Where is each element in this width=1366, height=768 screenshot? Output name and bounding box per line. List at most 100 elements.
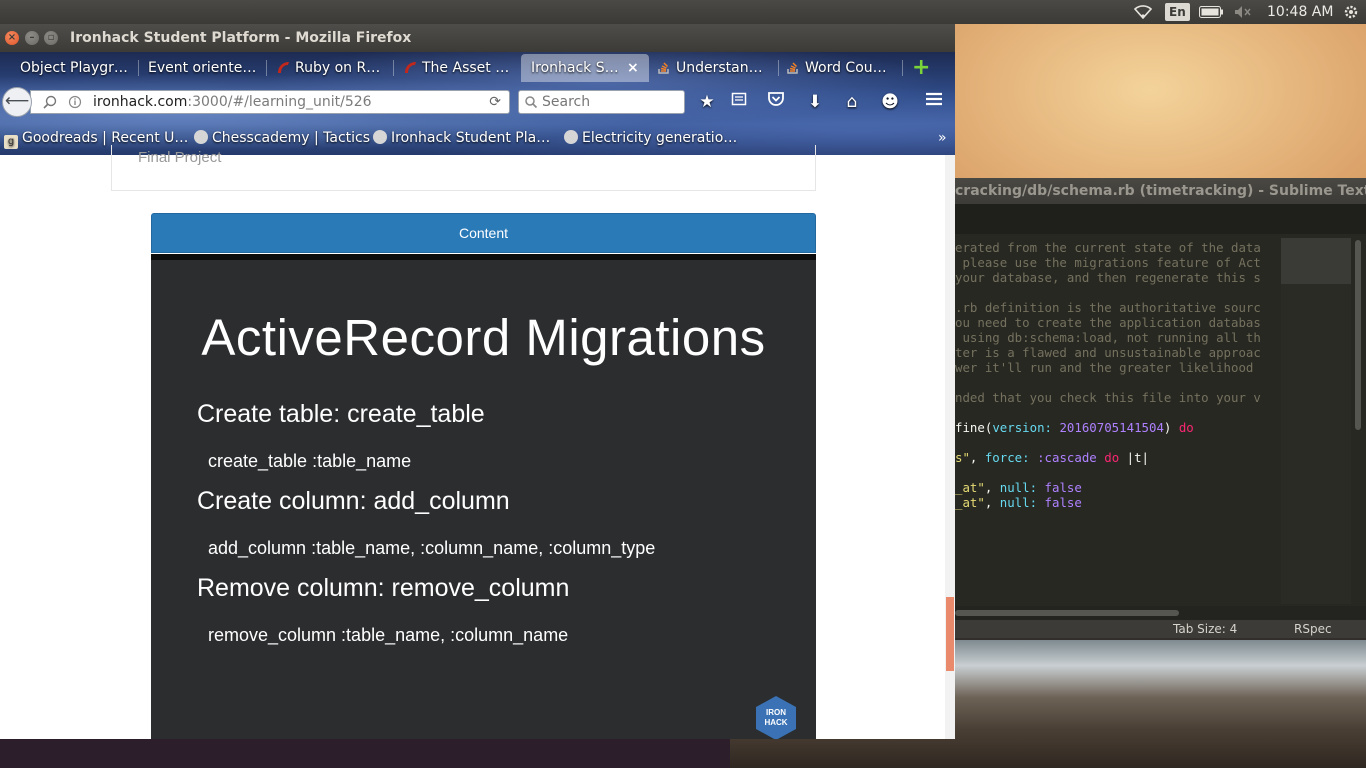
maximize-icon: ▫ bbox=[47, 32, 55, 43]
reading-list-icon[interactable] bbox=[727, 90, 751, 114]
tab-label: Word Cou… bbox=[805, 60, 887, 76]
bookmark-label: Electricity generatio… bbox=[582, 130, 738, 146]
search-icon bbox=[524, 91, 538, 121]
syntax-indicator[interactable]: RSpec bbox=[1294, 620, 1332, 638]
page-scrollbar-thumb[interactable] bbox=[946, 597, 954, 671]
stackoverflow-icon bbox=[657, 56, 671, 74]
volume-muted-icon[interactable] bbox=[1233, 3, 1253, 21]
smiley-feedback-icon[interactable]: ☻ bbox=[878, 90, 902, 114]
close-icon: × bbox=[7, 32, 17, 43]
tab-label: Ruby on R… bbox=[295, 60, 381, 76]
window-maximize-button[interactable]: ▫ bbox=[44, 31, 58, 45]
minimize-icon: – bbox=[29, 32, 35, 43]
pocket-icon[interactable] bbox=[764, 90, 788, 114]
clock[interactable]: 10:48 AM bbox=[1267, 4, 1333, 20]
bookmark-label: Goodreads | Recent U… bbox=[22, 130, 189, 146]
search-bar[interactable]: Search bbox=[518, 90, 685, 114]
slide-title: ActiveRecord Migrations bbox=[201, 309, 766, 366]
bookmarks-overflow-chevron[interactable]: » bbox=[938, 124, 947, 152]
code-line: ter is a flawed and unsustainable approa… bbox=[955, 345, 1261, 360]
url-text[interactable]: ironhack.com:3000/#/learning_unit/526 bbox=[93, 91, 372, 113]
goodreads-icon: g bbox=[4, 135, 18, 149]
wifi-icon[interactable] bbox=[1133, 3, 1153, 21]
window-minimize-button[interactable]: – bbox=[25, 31, 39, 45]
minimap-viewport[interactable] bbox=[1281, 238, 1351, 284]
firefox-title-bar[interactable]: × – ▫ Ironhack Student Platform - Mozill… bbox=[0, 24, 955, 52]
tab-separator bbox=[138, 60, 139, 76]
stackoverflow-icon bbox=[786, 56, 800, 74]
tab-label: The Asset … bbox=[422, 60, 510, 76]
tab-separator bbox=[902, 60, 903, 76]
tab-label: Object Playgr… bbox=[20, 60, 128, 76]
tab-understanding[interactable]: Understan… bbox=[657, 54, 775, 82]
language-indicator[interactable]: En bbox=[1165, 3, 1190, 21]
slide-heading-add-column: Create column: add_column bbox=[197, 487, 510, 515]
firefox-window: × – ▫ Ironhack Student Platform - Mozill… bbox=[0, 24, 955, 739]
tab-size-indicator[interactable]: Tab Size: 4 bbox=[1173, 620, 1237, 638]
home-icon[interactable]: ⌂ bbox=[840, 90, 864, 114]
globe-icon bbox=[564, 130, 578, 144]
sublime-minimap[interactable] bbox=[1281, 238, 1351, 604]
url-host: ironhack.com bbox=[93, 94, 188, 110]
window-close-button[interactable]: × bbox=[5, 31, 19, 45]
sublime-vertical-scrollbar[interactable] bbox=[1355, 240, 1361, 430]
bookmark-label: Ironhack Student Pla… bbox=[391, 130, 551, 146]
code-line: ou need to create the application databa… bbox=[955, 315, 1261, 330]
code-line: s", force: :cascade do |t| bbox=[955, 450, 1149, 465]
code-line: your database, and then regenerate this … bbox=[955, 270, 1261, 285]
tab-word-count[interactable]: Word Cou… bbox=[786, 54, 898, 82]
language-badge: En bbox=[1165, 3, 1190, 21]
code-line: wer it'll run and the greater likelihood bbox=[955, 360, 1254, 375]
sublime-text-window[interactable]: cracking/db/schema.rb (timetracking) - S… bbox=[955, 178, 1366, 638]
rails-icon bbox=[276, 56, 290, 73]
code-line: _at", null: false bbox=[955, 495, 1082, 510]
slide-viewer[interactable]: ActiveRecord Migrations Create table: cr… bbox=[151, 254, 816, 739]
tab-close-icon[interactable]: × bbox=[627, 54, 639, 82]
sublime-status-bar: Tab Size: 4 RSpec bbox=[955, 620, 1366, 638]
previous-unit-card[interactable]: Final Project bbox=[111, 145, 816, 191]
content-tab-header[interactable]: Content bbox=[151, 213, 816, 253]
slide-heading-remove-column: Remove column: remove_column bbox=[197, 574, 570, 602]
url-bar[interactable]: ironhack.com:3000/#/learning_unit/526 ⟳ bbox=[30, 90, 510, 114]
tab-separator bbox=[266, 60, 267, 76]
reload-icon[interactable]: ⟳ bbox=[489, 91, 501, 113]
new-tab-button[interactable]: + bbox=[912, 54, 930, 82]
back-button[interactable]: ⟵ bbox=[2, 87, 32, 117]
battery-icon[interactable] bbox=[1198, 3, 1224, 21]
back-arrow-icon: ⟵ bbox=[4, 91, 30, 111]
logo-line-hack: HACK bbox=[764, 718, 788, 727]
bookmark-label: Chesscademy | Tactics bbox=[212, 130, 371, 146]
tab-ruby-on-rails[interactable]: Ruby on R… bbox=[276, 54, 386, 82]
rails-icon bbox=[403, 56, 417, 73]
sublime-tab-bar[interactable] bbox=[955, 204, 1366, 234]
tab-object-playground[interactable]: Object Playgr… bbox=[20, 54, 132, 82]
sublime-code-editor[interactable]: erated from the current state of the dat… bbox=[955, 240, 1280, 510]
logo-line-iron: IRON bbox=[766, 708, 786, 717]
site-identity-icon[interactable] bbox=[37, 91, 87, 121]
menu-hamburger-icon[interactable] bbox=[922, 90, 946, 114]
power-gear-icon[interactable] bbox=[1342, 3, 1360, 21]
tab-asset-pipeline[interactable]: The Asset … bbox=[403, 54, 515, 82]
tab-separator bbox=[393, 60, 394, 76]
bookmark-star-icon[interactable]: ★ bbox=[695, 90, 719, 114]
slide-heading-create-table: Create table: create_table bbox=[197, 400, 485, 428]
slide-code-remove-column: remove_column :table_name, :column_name bbox=[208, 625, 569, 645]
system-top-panel: En 10:48 AM bbox=[0, 0, 1366, 24]
code-line: _at", null: false bbox=[955, 480, 1082, 495]
tab-label: Event oriente… bbox=[148, 60, 257, 76]
ironhack-logo: IRON HACK bbox=[756, 696, 796, 739]
tab-event-oriented[interactable]: Event oriente… bbox=[148, 54, 260, 82]
search-placeholder: Search bbox=[542, 94, 591, 110]
sublime-title-bar[interactable]: cracking/db/schema.rb (timetracking) - S… bbox=[955, 178, 1366, 204]
sublime-horizontal-scrollbar[interactable] bbox=[955, 610, 1179, 616]
previous-unit-title: Final Project bbox=[138, 149, 222, 166]
code-line: fine(version: 20160705141504) do bbox=[955, 420, 1194, 435]
slide-code-create-table: create_table :table_name bbox=[208, 451, 412, 471]
downloads-icon[interactable]: ⬇ bbox=[803, 90, 827, 114]
window-title: Ironhack Student Platform - Mozilla Fire… bbox=[70, 30, 412, 46]
globe-icon bbox=[194, 130, 208, 144]
